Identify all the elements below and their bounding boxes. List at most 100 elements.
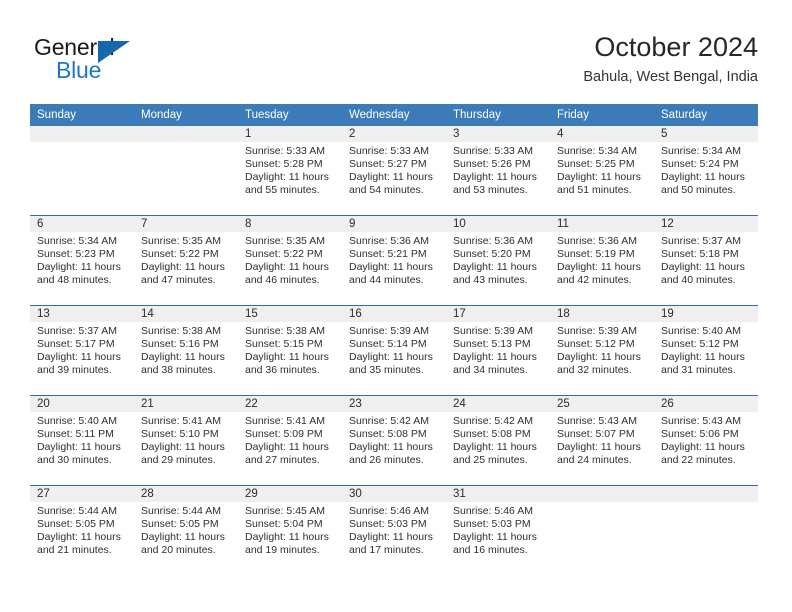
sunrise-time: Sunrise: 5:44 AM: [37, 505, 117, 517]
sunset-time: Sunset: 5:03 PM: [453, 518, 531, 531]
daylight-line-1: Daylight: 11 hours: [141, 531, 225, 544]
day-number: 17: [446, 306, 550, 322]
day-details: Sunrise: 5:34 AM Sunset: 5:25 PM Daylight:…: [550, 142, 654, 197]
day-cell-inner: 18 Sunrise: 5:39 AM Sunset: 5:12 PM Dayligh…: [550, 306, 654, 395]
day-cell-inner: 6 Sunrise: 5:34 AM Sunset: 5:23 PM Daylight…: [30, 216, 134, 305]
calendar-day-cell[interactable]: 2 Sunrise: 5:33 AM Sunset: 5:27 PM Daylight…: [342, 126, 446, 216]
sunrise-time: Sunrise: 5:40 AM: [37, 415, 117, 427]
calendar-day-cell[interactable]: 16 Sunrise: 5:39 AM Sunset: 5:14 PM Dayligh…: [342, 305, 446, 396]
sunset-time: Sunset: 5:21 PM: [349, 248, 427, 261]
day-number: [654, 486, 758, 502]
day-cell-inner: 29 Sunrise: 5:45 AM Sunset: 5:04 PM Dayligh…: [238, 486, 342, 575]
calendar-day-cell[interactable]: 20 Sunrise: 5:40 AM Sunset: 5:11 PM Dayligh…: [30, 395, 134, 486]
calendar-day-cell[interactable]: 22 Sunrise: 5:41 AM Sunset: 5:09 PM Dayligh…: [238, 395, 342, 486]
day-details: Sunrise: 5:40 AM Sunset: 5:12 PM Daylight:…: [654, 322, 758, 377]
calendar-day-cell[interactable]: 17 Sunrise: 5:39 AM Sunset: 5:13 PM Dayligh…: [446, 305, 550, 396]
day-details: Sunrise: 5:35 AM Sunset: 5:22 PM Daylight:…: [134, 232, 238, 287]
day-cell-inner: 7 Sunrise: 5:35 AM Sunset: 5:22 PM Daylight…: [134, 216, 238, 305]
calendar-day-cell[interactable]: 8 Sunrise: 5:35 AM Sunset: 5:22 PM Daylight…: [238, 215, 342, 306]
calendar-day-cell[interactable]: 29 Sunrise: 5:45 AM Sunset: 5:04 PM Dayligh…: [238, 485, 342, 575]
day-details: Sunrise: 5:33 AM Sunset: 5:27 PM Daylight:…: [342, 142, 446, 197]
sunrise-time: Sunrise: 5:34 AM: [557, 145, 637, 157]
sunrise-time: Sunrise: 5:40 AM: [661, 325, 741, 337]
calendar-page: General Blue October 2024 Bahula, West B…: [0, 0, 792, 612]
calendar-day-cell[interactable]: 19 Sunrise: 5:40 AM Sunset: 5:12 PM Dayligh…: [654, 305, 758, 396]
calendar-day-cell[interactable]: 25 Sunrise: 5:43 AM Sunset: 5:07 PM Dayligh…: [550, 395, 654, 486]
day-details: Sunrise: 5:33 AM Sunset: 5:26 PM Daylight:…: [446, 142, 550, 197]
day-details: Sunrise: 5:37 AM Sunset: 5:17 PM Daylight:…: [30, 322, 134, 377]
calendar-day-cell[interactable]: 18 Sunrise: 5:39 AM Sunset: 5:12 PM Dayligh…: [550, 305, 654, 396]
calendar-day-cell[interactable]: 10 Sunrise: 5:36 AM Sunset: 5:20 PM Dayligh…: [446, 215, 550, 306]
day-cell-inner: 11 Sunrise: 5:36 AM Sunset: 5:19 PM Dayligh…: [550, 216, 654, 305]
daylight-line-2: and 47 minutes.: [141, 274, 216, 287]
daylight-line-2: and 50 minutes.: [661, 184, 736, 197]
day-cell-inner: 31 Sunrise: 5:46 AM Sunset: 5:03 PM Dayligh…: [446, 486, 550, 575]
day-number: 22: [238, 396, 342, 412]
day-cell-inner: 28 Sunrise: 5:44 AM Sunset: 5:05 PM Dayligh…: [134, 486, 238, 575]
calendar-day-cell[interactable]: 23 Sunrise: 5:42 AM Sunset: 5:08 PM Dayligh…: [342, 395, 446, 486]
day-cell-inner: 5 Sunrise: 5:34 AM Sunset: 5:24 PM Daylight…: [654, 126, 758, 215]
daylight-line-2: and 27 minutes.: [245, 454, 320, 467]
calendar-week-row: 20 Sunrise: 5:40 AM Sunset: 5:11 PM Dayligh…: [30, 395, 758, 486]
weekday-header-saturday: Saturday: [654, 104, 758, 126]
calendar-day-cell[interactable]: 4 Sunrise: 5:34 AM Sunset: 5:25 PM Daylight…: [550, 126, 654, 216]
calendar-day-cell[interactable]: 1 Sunrise: 5:33 AM Sunset: 5:28 PM Daylight…: [238, 126, 342, 216]
sunset-time: Sunset: 5:18 PM: [661, 248, 739, 261]
logo-triangle-icon: [98, 41, 130, 63]
day-cell-inner: 12 Sunrise: 5:37 AM Sunset: 5:18 PM Dayligh…: [654, 216, 758, 305]
day-number: 15: [238, 306, 342, 322]
calendar-day-cell[interactable]: 6 Sunrise: 5:34 AM Sunset: 5:23 PM Daylight…: [30, 215, 134, 306]
day-number: 10: [446, 216, 550, 232]
calendar-day-cell[interactable]: 31 Sunrise: 5:46 AM Sunset: 5:03 PM Dayligh…: [446, 485, 550, 575]
calendar-day-cell[interactable]: 11 Sunrise: 5:36 AM Sunset: 5:19 PM Dayligh…: [550, 215, 654, 306]
calendar-day-cell[interactable]: 30 Sunrise: 5:46 AM Sunset: 5:03 PM Dayligh…: [342, 485, 446, 575]
page-title: October 2024: [594, 32, 758, 62]
calendar-day-cell[interactable]: 7 Sunrise: 5:35 AM Sunset: 5:22 PM Daylight…: [134, 215, 238, 306]
calendar-day-cell[interactable]: 13 Sunrise: 5:37 AM Sunset: 5:17 PM Dayligh…: [30, 305, 134, 396]
daylight-line-1: Daylight: 11 hours: [37, 351, 121, 364]
day-cell-inner: [30, 126, 134, 215]
day-details: Sunrise: 5:43 AM Sunset: 5:06 PM Daylight:…: [654, 412, 758, 467]
calendar-day-cell[interactable]: 24 Sunrise: 5:42 AM Sunset: 5:08 PM Dayligh…: [446, 395, 550, 486]
title-block: October 2024 Bahula, West Bengal, India: [583, 30, 758, 88]
day-details: Sunrise: 5:34 AM Sunset: 5:23 PM Daylight:…: [30, 232, 134, 287]
day-number: 21: [134, 396, 238, 412]
sunset-time: Sunset: 5:12 PM: [557, 338, 635, 351]
daylight-line-1: Daylight: 11 hours: [349, 171, 433, 184]
sunrise-time: Sunrise: 5:37 AM: [37, 325, 117, 337]
day-details: Sunrise: 5:44 AM Sunset: 5:05 PM Daylight:…: [134, 502, 238, 557]
daylight-line-2: and 21 minutes.: [37, 544, 112, 557]
calendar-day-cell[interactable]: 27 Sunrise: 5:44 AM Sunset: 5:05 PM Dayligh…: [30, 485, 134, 575]
calendar-day-cell[interactable]: 12 Sunrise: 5:37 AM Sunset: 5:18 PM Dayligh…: [654, 215, 758, 306]
calendar-day-cell[interactable]: 28 Sunrise: 5:44 AM Sunset: 5:05 PM Dayligh…: [134, 485, 238, 575]
day-number: 8: [238, 216, 342, 232]
calendar-day-cell[interactable]: 9 Sunrise: 5:36 AM Sunset: 5:21 PM Daylight…: [342, 215, 446, 306]
sunset-time: Sunset: 5:25 PM: [557, 158, 635, 171]
day-number: 2: [342, 126, 446, 142]
calendar-day-cell[interactable]: 3 Sunrise: 5:33 AM Sunset: 5:26 PM Daylight…: [446, 126, 550, 216]
daylight-line-1: Daylight: 11 hours: [245, 171, 329, 184]
weekday-header-tuesday: Tuesday: [238, 104, 342, 126]
general-blue-logo[interactable]: General Blue: [34, 34, 214, 90]
day-number: 31: [446, 486, 550, 502]
calendar-day-cell[interactable]: 5 Sunrise: 5:34 AM Sunset: 5:24 PM Daylight…: [654, 126, 758, 216]
calendar-day-cell[interactable]: 21 Sunrise: 5:41 AM Sunset: 5:10 PM Dayligh…: [134, 395, 238, 486]
day-cell-inner: 22 Sunrise: 5:41 AM Sunset: 5:09 PM Dayligh…: [238, 396, 342, 485]
sunset-time: Sunset: 5:26 PM: [453, 158, 531, 171]
day-number: 9: [342, 216, 446, 232]
calendar-day-cell[interactable]: 14 Sunrise: 5:38 AM Sunset: 5:16 PM Dayligh…: [134, 305, 238, 396]
sunrise-time: Sunrise: 5:42 AM: [349, 415, 429, 427]
calendar-day-cell[interactable]: 26 Sunrise: 5:43 AM Sunset: 5:06 PM Dayligh…: [654, 395, 758, 486]
calendar-day-cell[interactable]: 15 Sunrise: 5:38 AM Sunset: 5:15 PM Dayligh…: [238, 305, 342, 396]
page-header: General Blue October 2024 Bahula, West B…: [34, 30, 758, 98]
sunset-time: Sunset: 5:23 PM: [37, 248, 115, 261]
calendar-week-row: 13 Sunrise: 5:37 AM Sunset: 5:17 PM Dayligh…: [30, 305, 758, 396]
sunrise-time: Sunrise: 5:35 AM: [245, 235, 325, 247]
day-cell-inner: 27 Sunrise: 5:44 AM Sunset: 5:05 PM Dayligh…: [30, 486, 134, 575]
sunrise-time: Sunrise: 5:42 AM: [453, 415, 533, 427]
sunset-time: Sunset: 5:12 PM: [661, 338, 739, 351]
day-details: Sunrise: 5:39 AM Sunset: 5:12 PM Daylight:…: [550, 322, 654, 377]
daylight-line-1: Daylight: 11 hours: [245, 441, 329, 454]
daylight-line-2: and 42 minutes.: [557, 274, 632, 287]
daylight-line-1: Daylight: 11 hours: [37, 261, 121, 274]
